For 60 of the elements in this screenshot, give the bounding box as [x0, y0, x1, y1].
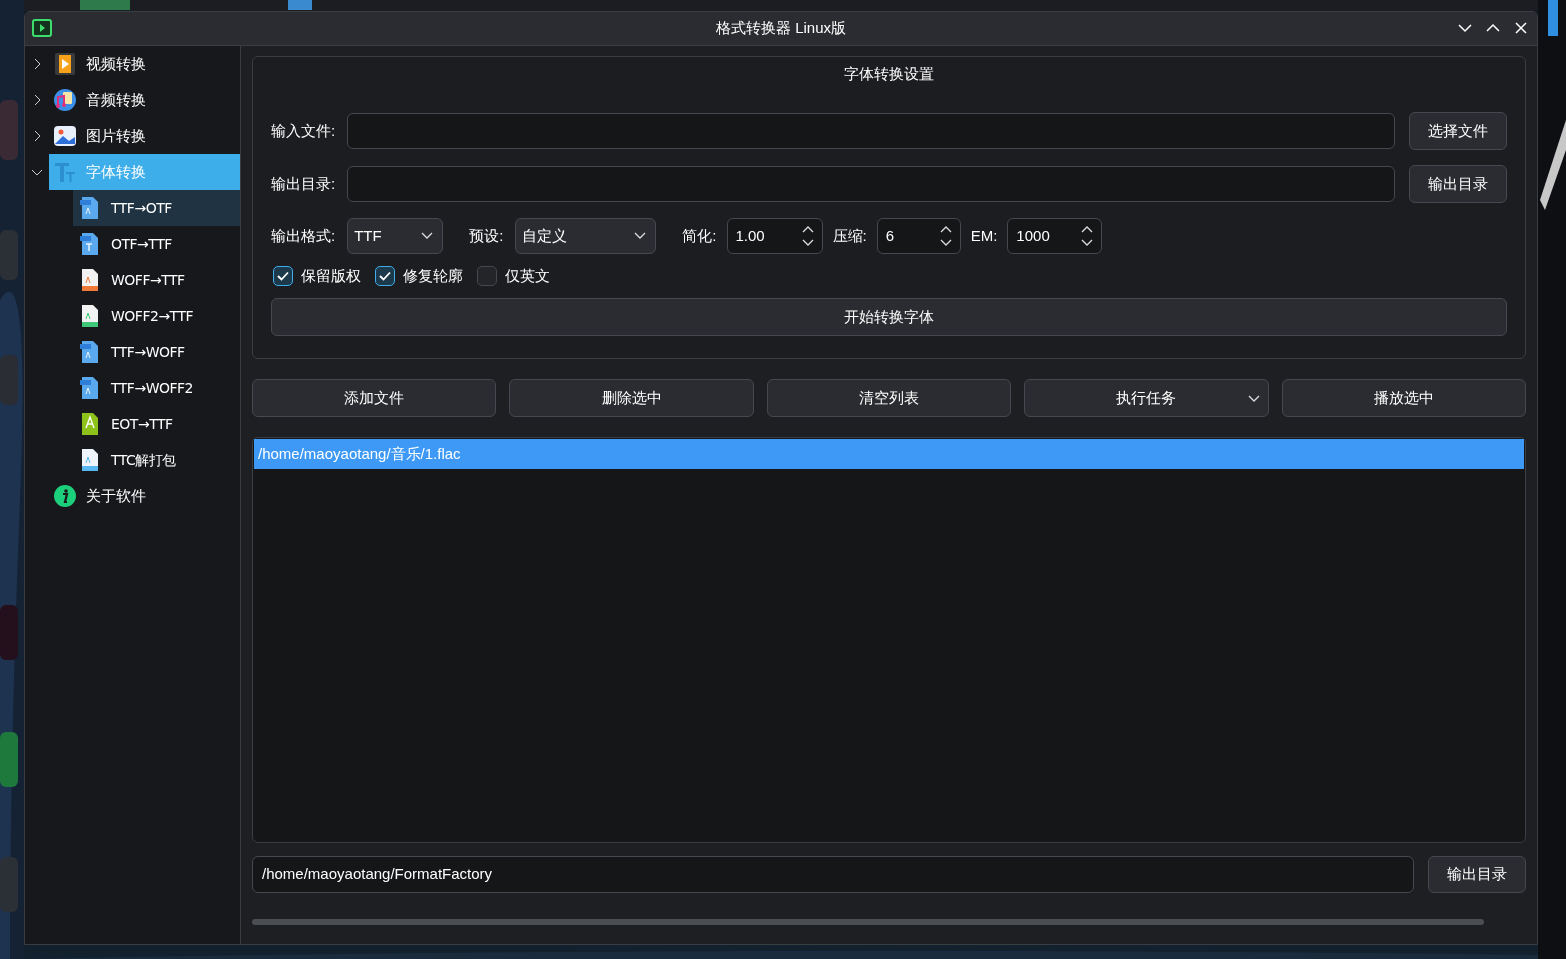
info-icon [53, 484, 77, 508]
chevron-down-icon [421, 232, 434, 240]
tree-item[interactable]: TTF→WOFF [73, 334, 240, 370]
font-letters-icon [53, 160, 77, 184]
tree-item[interactable]: WOFF2→TTF [73, 298, 240, 334]
spin-arrows-icon[interactable] [1081, 225, 1094, 247]
tree-item[interactable]: WOFF→TTF [73, 262, 240, 298]
checkbox-label: 修复轮廓 [403, 265, 463, 286]
output-dir-field[interactable] [347, 166, 1395, 202]
film-icon [53, 52, 77, 76]
music-note-icon [53, 88, 77, 112]
checkbox[interactable] [477, 266, 497, 286]
tree-item[interactable]: 音频转换 [49, 82, 240, 118]
checkbox[interactable] [375, 266, 395, 286]
input-file-field[interactable] [347, 113, 1395, 149]
simplify-spinbox[interactable]: 1.00 [726, 218, 823, 254]
field-label: 简化: [682, 225, 717, 246]
tree-item[interactable]: TTC解打包 [73, 442, 240, 478]
app-icon [32, 19, 52, 37]
field-label: 压缩: [832, 225, 867, 246]
spin-arrows-icon[interactable] [801, 225, 814, 247]
field-label: 输入文件: [271, 120, 337, 141]
compress-spinbox[interactable]: 6 [876, 218, 961, 254]
choose-file-button[interactable]: 选择文件 [1409, 112, 1507, 150]
action-button[interactable]: 删除选中 [509, 379, 754, 417]
tree-item[interactable]: 关于软件 [49, 478, 240, 514]
dropdown-button[interactable]: 执行任务 [1024, 379, 1269, 417]
tree-item[interactable]: 视频转换 [49, 46, 240, 82]
output-path-field[interactable]: /home/maoyaotang/FormatFactory [252, 856, 1414, 893]
check-icon [379, 271, 391, 281]
field-label: EM: [970, 225, 998, 246]
field-label: 输出格式: [271, 225, 336, 246]
tree-item[interactable]: 图片转换 [49, 118, 240, 154]
output-dir-button[interactable]: 输出目录 [1428, 856, 1526, 893]
scrollbar[interactable] [252, 919, 1484, 925]
em-spinbox[interactable]: 1000 [1007, 218, 1103, 254]
landscape-icon [53, 124, 77, 148]
tree-item[interactable]: OTF→TTF [73, 226, 240, 262]
close-icon[interactable] [1513, 20, 1529, 36]
preset-dropdown[interactable]: 自定义 [515, 218, 657, 254]
tree-item[interactable]: TTF→OTF [73, 190, 240, 226]
format-dropdown[interactable]: TTF [347, 218, 444, 254]
panel-title: 字体转换设置 [843, 64, 935, 84]
window-title: 格式转换器 Linux版 [716, 18, 846, 39]
checkbox[interactable] [273, 266, 293, 286]
field-label: 输出目录: [271, 173, 337, 194]
checkbox-label: 仅英文 [505, 265, 550, 286]
tree-item[interactable]: EOT→TTF [73, 406, 240, 442]
spin-arrows-icon[interactable] [939, 225, 952, 247]
chevron-down-icon [1247, 395, 1260, 403]
checkbox-label: 保留版权 [301, 265, 361, 286]
chevron-down-icon [634, 232, 647, 240]
tree-item[interactable]: TTF→WOFF2 [73, 370, 240, 406]
check-icon [277, 271, 289, 281]
field-label: 预设: [469, 225, 504, 246]
action-button[interactable]: 播放选中 [1281, 379, 1527, 417]
action-button[interactable]: 清空列表 [766, 379, 1012, 417]
start-conversion-button[interactable]: 开始转换字体 [271, 298, 1507, 336]
action-button[interactable]: 添加文件 [252, 379, 497, 417]
output-dir-button[interactable]: 输出目录 [1409, 165, 1507, 203]
